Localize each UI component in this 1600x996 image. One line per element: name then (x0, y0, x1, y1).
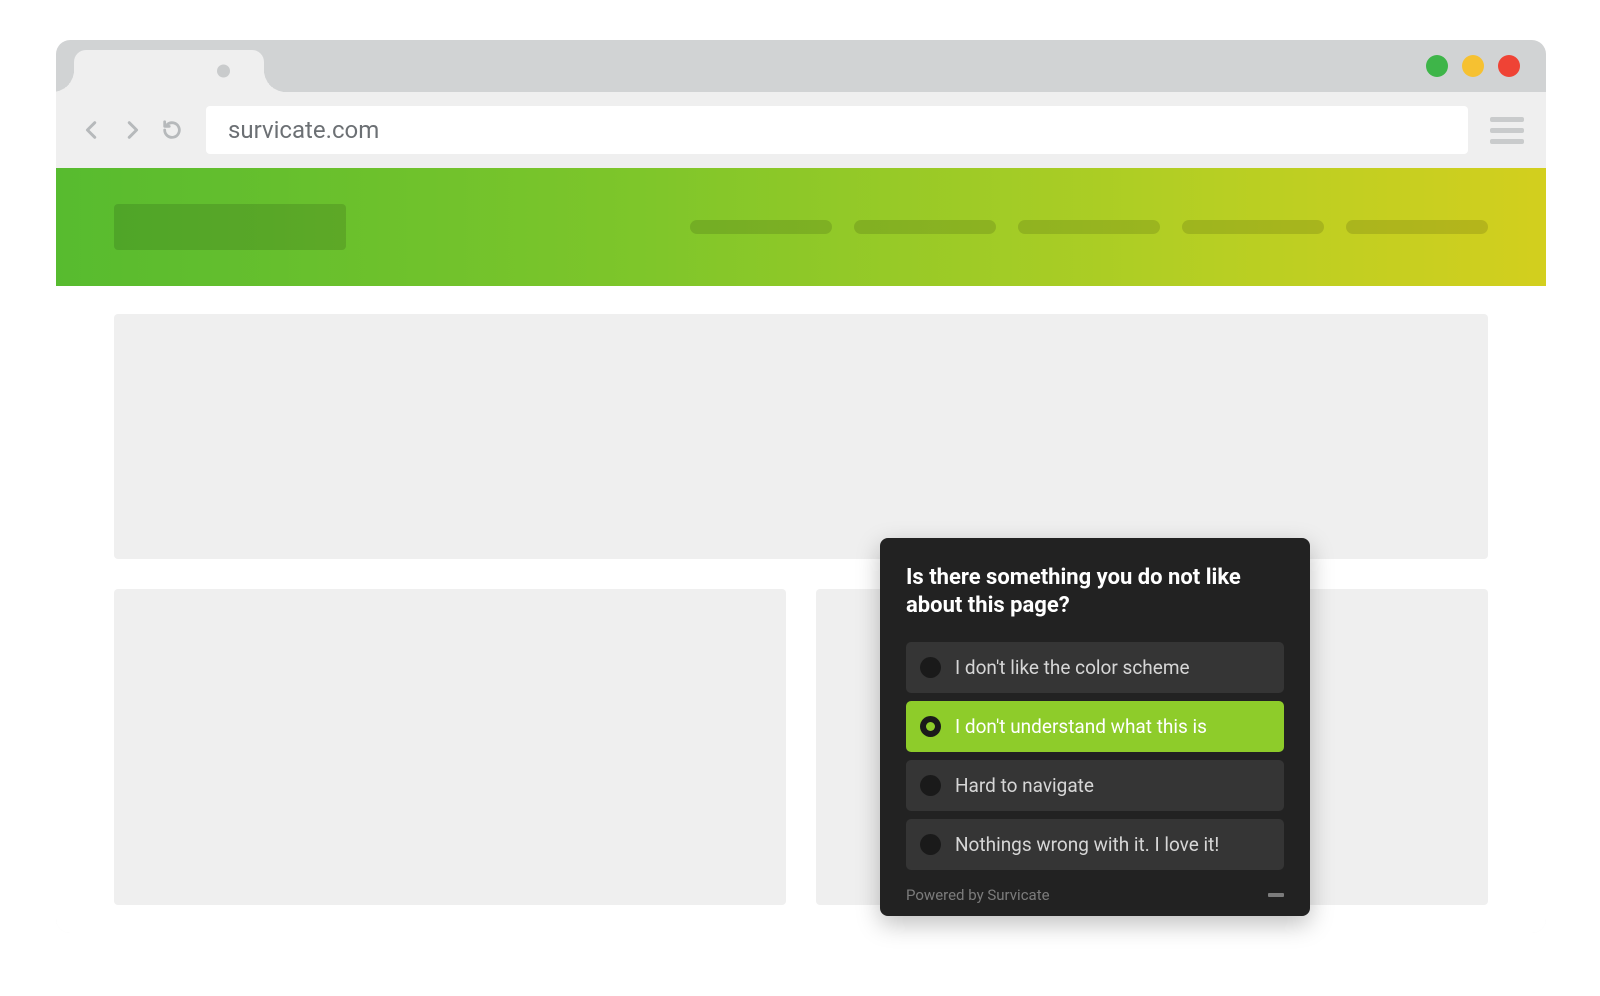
card-placeholder (114, 589, 786, 905)
nav-item-placeholder (690, 220, 832, 234)
minimize-icon[interactable] (1268, 893, 1284, 897)
chevron-left-icon (81, 119, 103, 141)
survey-option[interactable]: Hard to navigate (906, 760, 1284, 811)
radio-icon (920, 775, 941, 796)
survey-option-label: I don't like the color scheme (955, 656, 1190, 679)
menu-button[interactable] (1490, 117, 1524, 144)
survey-option-label: Hard to navigate (955, 774, 1094, 797)
window-controls (1426, 55, 1520, 77)
window-close-icon[interactable] (1498, 55, 1520, 77)
page-viewport (56, 168, 1546, 933)
chevron-right-icon (121, 119, 143, 141)
survey-option-label: I don't understand what this is (955, 715, 1207, 738)
survey-question: Is there something you do not like about… (906, 564, 1284, 620)
url-text: survicate.com (228, 116, 379, 144)
nav-item-placeholder (1346, 220, 1488, 234)
logo-placeholder (114, 204, 346, 250)
survey-widget: Is there something you do not like about… (880, 538, 1310, 916)
survey-footer: Powered by Survicate (906, 886, 1284, 904)
browser-toolbar: survicate.com (56, 92, 1546, 168)
back-button[interactable] (74, 112, 110, 148)
site-header (56, 168, 1546, 286)
hamburger-icon (1490, 117, 1524, 122)
survey-options: I don't like the color scheme I don't un… (906, 642, 1284, 870)
window-maximize-icon[interactable] (1462, 55, 1484, 77)
nav-item-placeholder (1018, 220, 1160, 234)
radio-icon (920, 716, 941, 737)
browser-tab[interactable] (74, 50, 264, 92)
nav-placeholder-group (690, 220, 1488, 234)
survey-option[interactable]: I don't understand what this is (906, 701, 1284, 752)
forward-button[interactable] (114, 112, 150, 148)
page-content (56, 286, 1546, 933)
radio-icon (920, 834, 941, 855)
nav-item-placeholder (854, 220, 996, 234)
reload-button[interactable] (154, 112, 190, 148)
address-bar[interactable]: survicate.com (206, 106, 1468, 154)
nav-item-placeholder (1182, 220, 1324, 234)
survey-option[interactable]: Nothings wrong with it. I love it! (906, 819, 1284, 870)
radio-icon (920, 657, 941, 678)
tab-bar (56, 40, 1546, 92)
hero-placeholder (114, 314, 1488, 559)
powered-by-text[interactable]: Powered by Survicate (906, 886, 1050, 904)
tab-close-icon[interactable] (217, 65, 230, 78)
browser-window: survicate.com (56, 40, 1546, 933)
survey-option-label: Nothings wrong with it. I love it! (955, 833, 1219, 856)
reload-icon (161, 119, 183, 141)
survey-option[interactable]: I don't like the color scheme (906, 642, 1284, 693)
window-minimize-icon[interactable] (1426, 55, 1448, 77)
